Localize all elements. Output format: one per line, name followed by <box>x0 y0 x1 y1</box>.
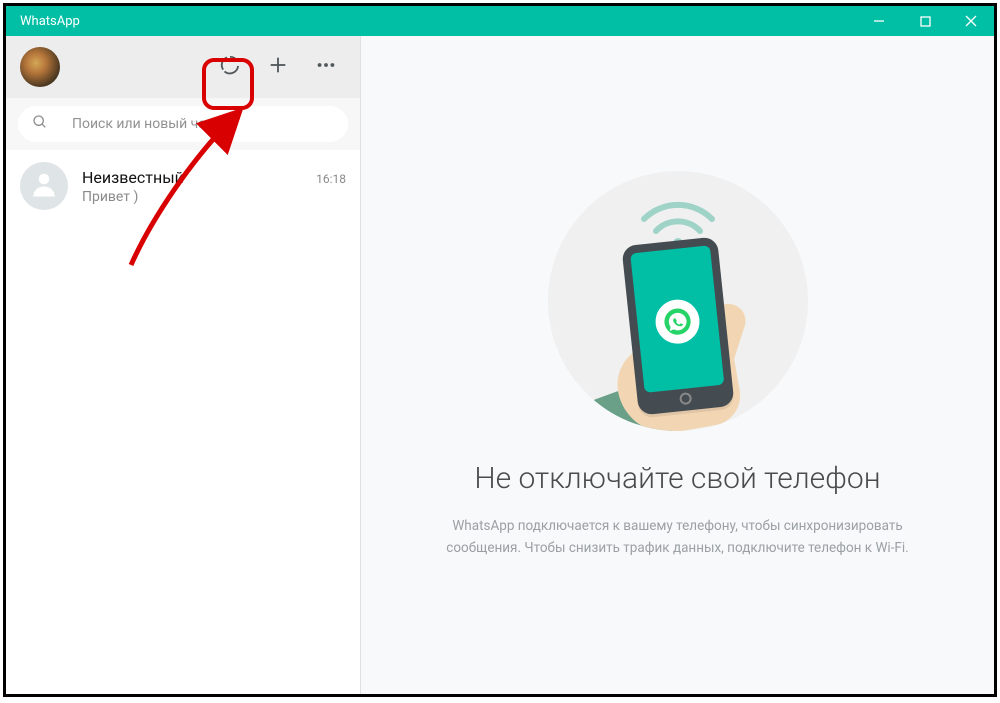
placeholder-title: Не отключайте свой телефон <box>474 461 880 496</box>
window-title: WhatsApp <box>20 14 80 29</box>
search-input[interactable] <box>72 116 334 132</box>
search-box[interactable] <box>18 106 348 142</box>
search-wrap <box>6 98 360 150</box>
contact-avatar <box>20 162 68 210</box>
phone-icon <box>621 236 734 415</box>
minimize-button[interactable] <box>856 6 902 36</box>
chat-preview: Привет ) <box>82 189 346 205</box>
chat-name: Неизвестный <box>82 168 184 187</box>
placeholder-illustration <box>548 171 808 431</box>
dots-icon <box>315 54 337 80</box>
titlebar: WhatsApp <box>6 6 994 36</box>
left-pane: Неизвестный 16:18 Привет ) <box>6 36 361 694</box>
status-icon <box>219 54 241 80</box>
new-chat-button[interactable] <box>258 47 298 87</box>
status-button[interactable] <box>210 47 250 87</box>
profile-avatar[interactable] <box>20 47 60 87</box>
left-header <box>6 36 360 98</box>
placeholder-subtitle: WhatsApp подключается к вашему телефону,… <box>446 516 909 559</box>
whatsapp-logo-icon <box>653 297 701 345</box>
app-window: WhatsApp <box>3 3 997 697</box>
maximize-button[interactable] <box>902 6 948 36</box>
plus-icon <box>267 54 289 80</box>
chat-list-item[interactable]: Неизвестный 16:18 Привет ) <box>6 150 360 222</box>
search-icon <box>32 114 48 134</box>
menu-button[interactable] <box>306 47 346 87</box>
close-button[interactable] <box>948 6 994 36</box>
chat-time: 16:18 <box>316 172 346 186</box>
user-icon <box>29 169 59 203</box>
app-body: Неизвестный 16:18 Привет ) <box>6 36 994 694</box>
chat-item-body: Неизвестный 16:18 Привет ) <box>82 168 346 205</box>
right-pane: Не отключайте свой телефон WhatsApp подк… <box>361 36 994 694</box>
